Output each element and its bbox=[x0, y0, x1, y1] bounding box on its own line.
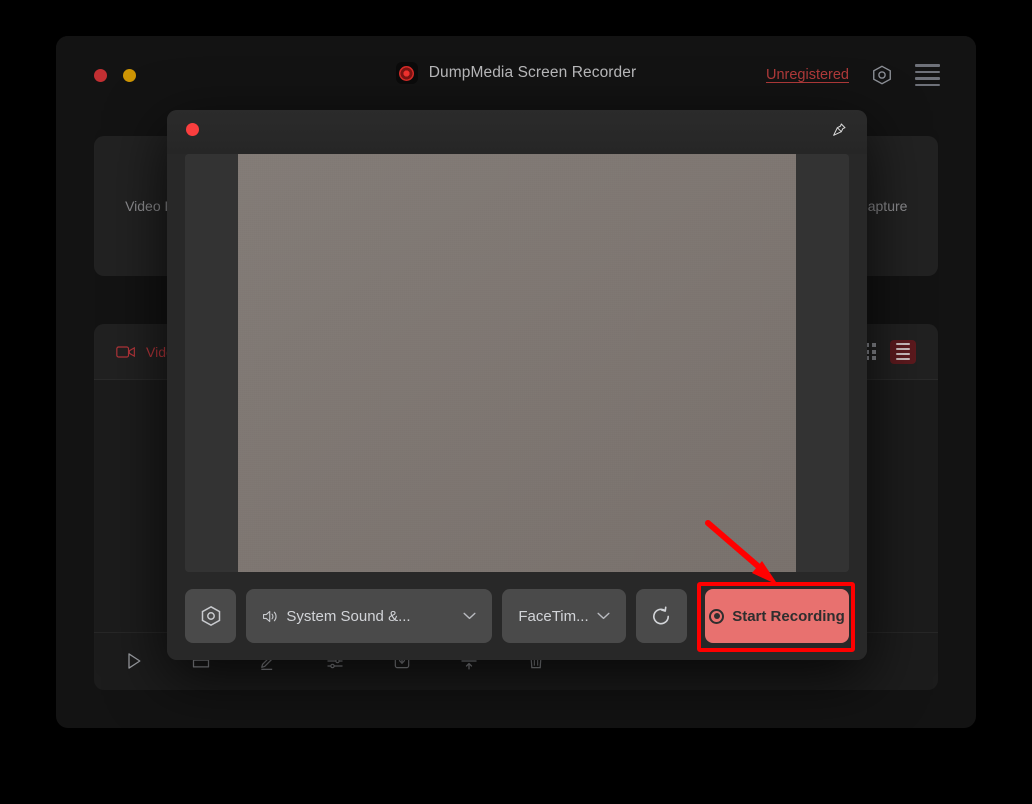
title-bar: DumpMedia Screen Recorder Unregistered bbox=[56, 36, 976, 114]
camera-source-dropdown[interactable]: FaceTim... bbox=[502, 589, 626, 643]
hamburger-menu-icon[interactable] bbox=[915, 64, 940, 87]
list-view-icon[interactable] bbox=[890, 339, 916, 364]
reset-refresh-icon bbox=[652, 605, 669, 624]
close-panel-icon[interactable] bbox=[186, 123, 199, 136]
floating-recorder-panel: System Sound &... FaceTim... Start Recor… bbox=[167, 110, 867, 660]
panel-settings-button[interactable] bbox=[185, 589, 237, 643]
floating-panel-header bbox=[167, 110, 867, 154]
chevron-down-icon bbox=[463, 612, 476, 620]
start-recording-wrap: Start Recording bbox=[704, 589, 849, 643]
screen-preview[interactable] bbox=[185, 154, 849, 572]
hexagon-settings-icon[interactable] bbox=[871, 64, 893, 86]
screenshot-root: DumpMedia Screen Recorder Unregistered V… bbox=[0, 0, 1032, 804]
audio-source-dropdown[interactable]: System Sound &... bbox=[246, 589, 493, 643]
video-camera-icon bbox=[116, 345, 135, 358]
recorder-toolbar: System Sound &... FaceTim... Start Recor… bbox=[167, 572, 867, 660]
reset-button[interactable] bbox=[635, 589, 687, 643]
record-logo-icon bbox=[395, 62, 418, 84]
hexagon-settings-icon bbox=[201, 605, 220, 627]
camera-source-label: FaceTim... bbox=[518, 607, 589, 625]
play-icon[interactable] bbox=[124, 651, 144, 671]
title-bar-actions: Unregistered bbox=[766, 64, 940, 87]
page-title: DumpMedia Screen Recorder bbox=[428, 64, 637, 81]
chevron-down-icon bbox=[597, 612, 610, 620]
start-recording-button[interactable]: Start Recording bbox=[704, 589, 849, 643]
preview-left-bar bbox=[185, 154, 238, 572]
start-recording-label: Start Recording bbox=[732, 607, 845, 625]
audio-source-label: System Sound &... bbox=[286, 607, 411, 625]
preview-content bbox=[238, 154, 796, 572]
preview-right-bar bbox=[796, 154, 849, 572]
pin-icon[interactable] bbox=[831, 122, 847, 138]
speaker-icon bbox=[263, 610, 277, 622]
record-circle-icon bbox=[709, 608, 725, 624]
unregistered-link[interactable]: Unregistered bbox=[766, 67, 849, 83]
